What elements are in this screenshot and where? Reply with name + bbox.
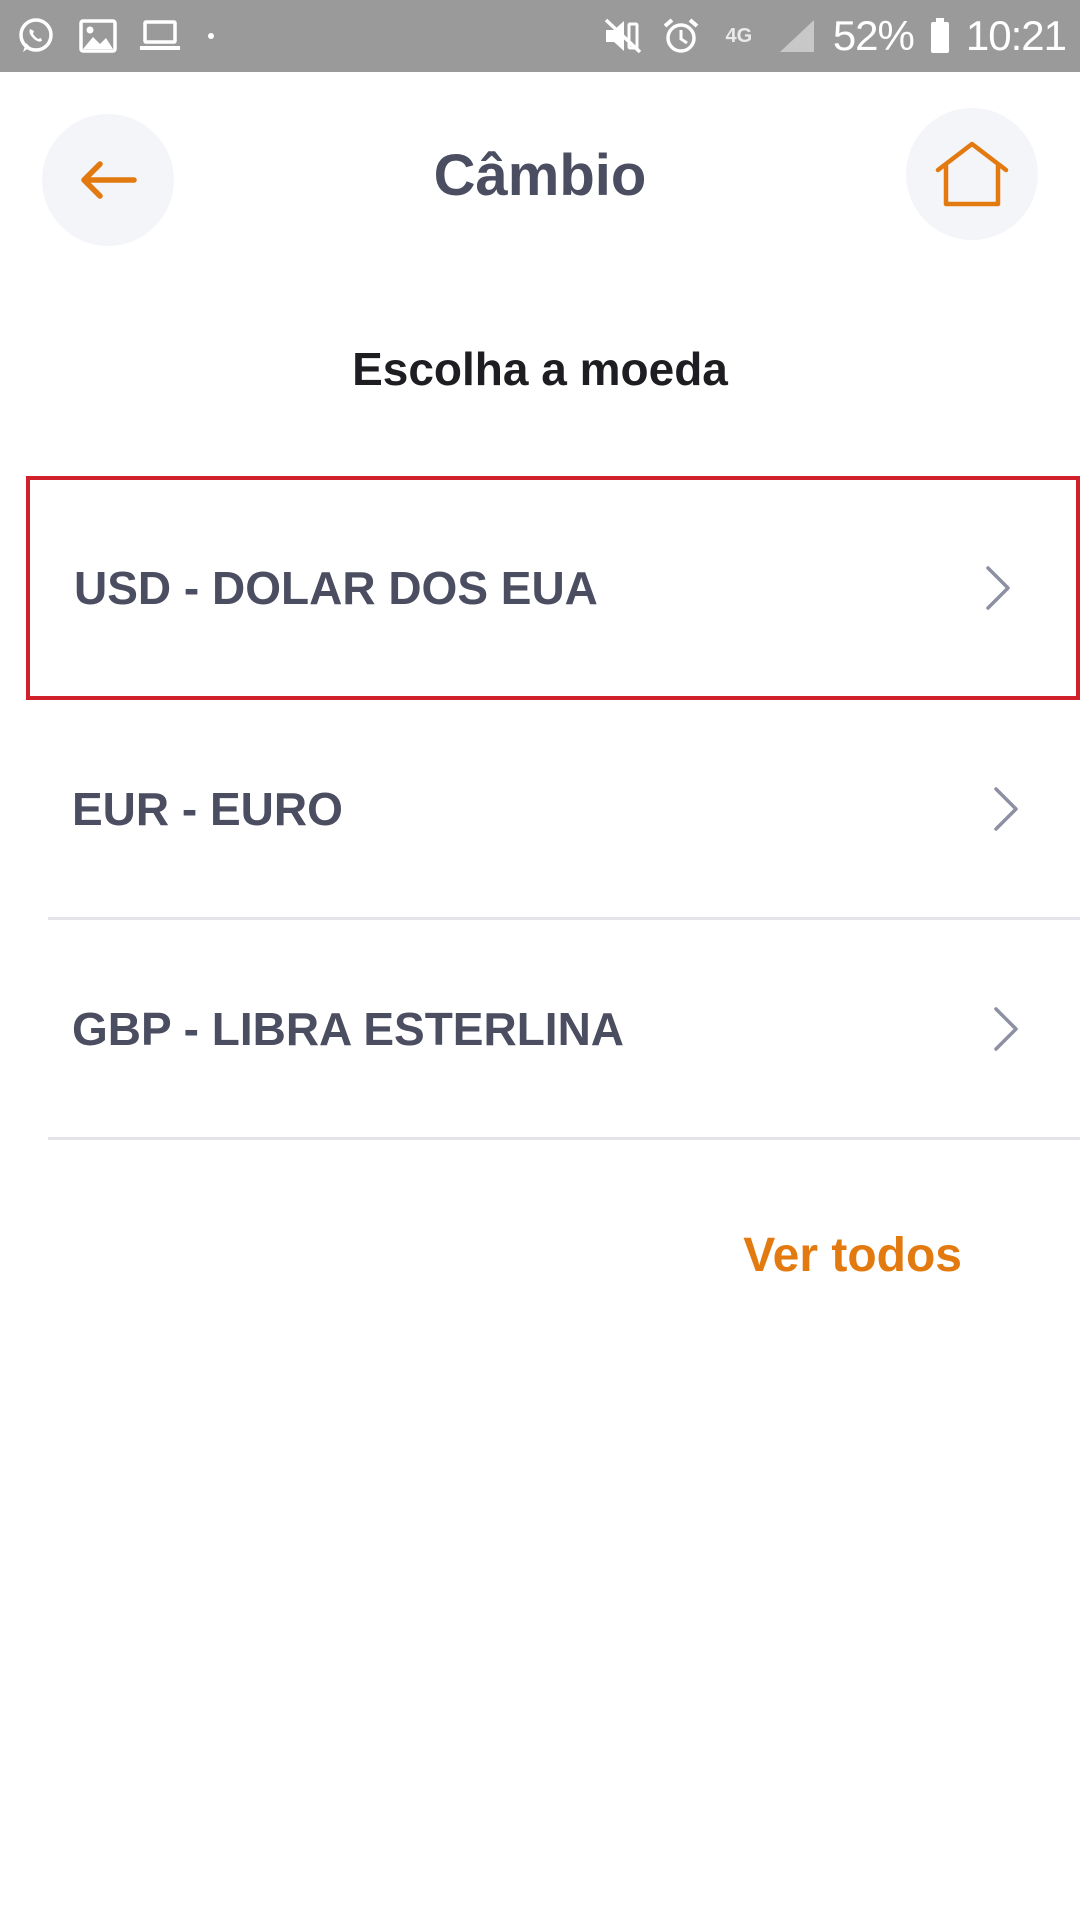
alarm-icon	[659, 14, 703, 58]
battery-icon	[928, 14, 952, 58]
whatsapp-icon	[14, 14, 58, 58]
gallery-icon	[76, 14, 120, 58]
chevron-right-icon	[994, 786, 1018, 831]
clock: 10:21	[965, 12, 1067, 59]
home-button[interactable]	[906, 108, 1038, 240]
see-all-link[interactable]: Ver todos	[743, 1228, 962, 1283]
currency-list: USD - DOLAR DOS EUA EUR - EURO GBP - LIB…	[0, 476, 1080, 1140]
currency-label: USD - DOLAR DOS EUA	[74, 562, 598, 614]
notification-dot-icon	[208, 33, 214, 39]
chevron-right-icon	[994, 1006, 1018, 1051]
currency-item-gbp[interactable]: GBP - LIBRA ESTERLINA	[48, 920, 1080, 1140]
currency-label: GBP - LIBRA ESTERLINA	[72, 1002, 625, 1055]
network-type-icon: 4G	[725, 25, 753, 47]
status-bar: 4G 52% 10:21	[0, 0, 1080, 72]
home-icon	[935, 141, 1009, 207]
header: Câmbio	[0, 72, 1080, 282]
chevron-right-icon	[986, 566, 1010, 610]
currency-item-usd[interactable]: USD - DOLAR DOS EUA	[26, 476, 1080, 700]
laptop-icon	[138, 14, 182, 58]
status-left	[14, 14, 232, 58]
battery-percent: 52%	[832, 12, 915, 59]
currency-label: EUR - EURO	[72, 782, 343, 835]
status-right: 4G 52% 10:21	[587, 12, 1067, 60]
mute-vibrate-icon	[601, 14, 645, 58]
section-title: Escolha a moeda	[352, 343, 728, 395]
screen: 4G 52% 10:21 Câmbio Escolha a moeda USD …	[0, 0, 1080, 1920]
currency-item-eur[interactable]: EUR - EURO	[48, 700, 1080, 920]
signal-icon	[775, 14, 819, 58]
